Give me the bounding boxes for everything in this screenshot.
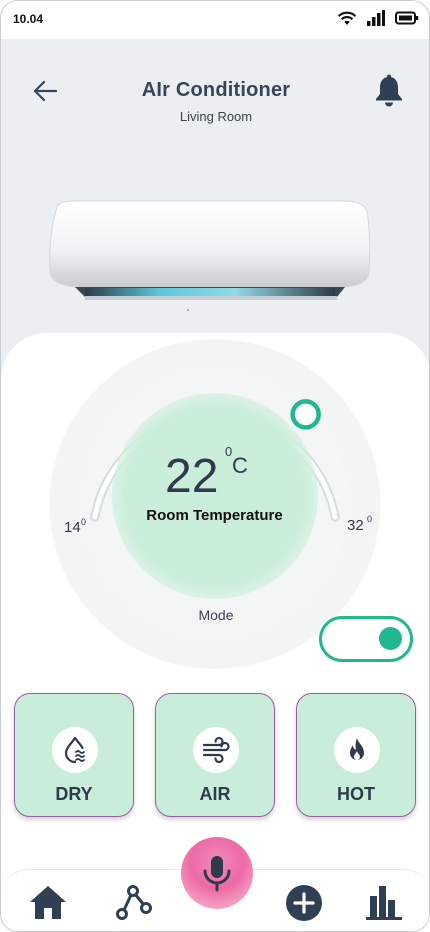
bell-icon: [376, 74, 402, 107]
room-temperature-label: Room Temperature: [146, 507, 283, 524]
voice-button[interactable]: [181, 837, 253, 909]
nav-stats[interactable]: [364, 881, 406, 923]
app-screen: 10.04 AIr Conditioner Living Room 22 0 C…: [0, 0, 430, 932]
nav-add[interactable]: [283, 881, 325, 923]
flame-icon: [350, 738, 364, 760]
status-time: 10.04: [13, 12, 44, 26]
status-icons: [337, 10, 419, 26]
temperature-unit: C: [232, 453, 248, 478]
current-temperature: 22: [165, 450, 219, 503]
mode-label-hot: HOT: [337, 784, 375, 804]
air-conditioner-image: [49, 200, 371, 312]
min-temperature-degree: 0: [81, 517, 87, 527]
signal-icon: [367, 10, 385, 26]
room-name: Living Room: [179, 109, 253, 124]
page-title: AIr Conditioner: [141, 79, 291, 101]
dry-icon-circle: [52, 727, 98, 773]
mic-icon: [203, 856, 231, 892]
wifi-icon: [337, 11, 357, 25]
add-icon: [286, 885, 322, 921]
power-toggle[interactable]: [319, 616, 413, 662]
stats-icon: [366, 886, 402, 920]
nav-connections[interactable]: [112, 881, 154, 923]
max-temperature: 32: [347, 517, 364, 534]
status-bar: 10.04: [1, 1, 429, 39]
nav-home[interactable]: [27, 881, 69, 923]
mode-card-air[interactable]: AIR: [155, 693, 275, 817]
toggle-knob: [379, 627, 402, 650]
min-temperature: 14: [64, 519, 81, 536]
air-icon-circle: [193, 727, 239, 773]
dial-handle: [290, 399, 321, 430]
mode-card-dry[interactable]: DRY: [14, 693, 134, 817]
mode-label-dry: DRY: [55, 784, 93, 804]
battery-icon: [395, 11, 419, 25]
water-drop-icon: [64, 736, 85, 764]
home-icon: [30, 886, 66, 919]
wind-icon: [202, 736, 230, 764]
notification-button[interactable]: [371, 73, 407, 109]
max-temperature-degree: 0: [367, 514, 373, 524]
mode-label-air: AIR: [199, 784, 231, 804]
mode-card-hot[interactable]: HOT: [296, 693, 416, 817]
hot-icon-circle: [334, 727, 380, 773]
connections-icon: [116, 885, 152, 920]
